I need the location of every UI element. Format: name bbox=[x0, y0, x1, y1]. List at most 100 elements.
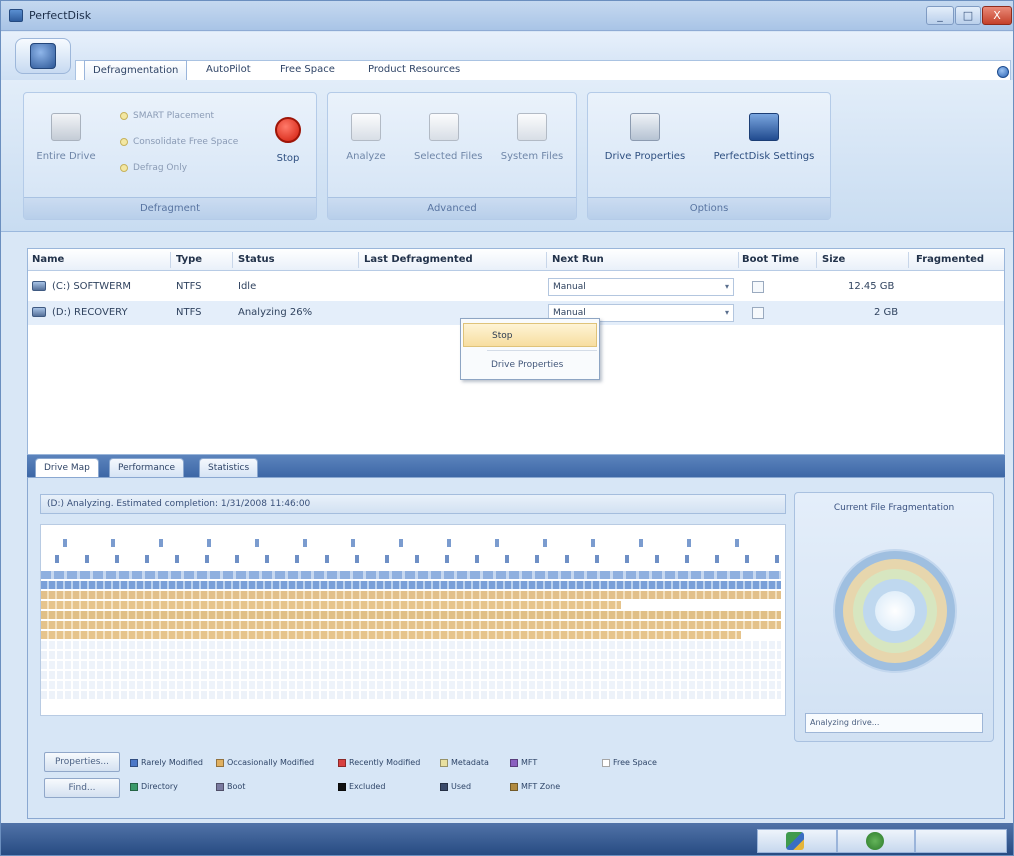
context-menu-drive-properties[interactable]: Drive Properties bbox=[463, 353, 597, 377]
selected-files-button[interactable]: Selected Files bbox=[414, 113, 482, 162]
tab-autopilot[interactable]: AutoPilot bbox=[198, 60, 259, 80]
map-band bbox=[41, 631, 741, 639]
stop-button[interactable]: Stop bbox=[270, 117, 306, 164]
column-divider bbox=[232, 252, 233, 268]
option-defrag-only[interactable]: Defrag Only bbox=[120, 163, 187, 173]
legend-label: Rarely Modified bbox=[141, 758, 203, 767]
application-menu-button[interactable] bbox=[15, 38, 71, 74]
legend-label: Boot bbox=[227, 782, 246, 791]
properties-button[interactable]: Properties... bbox=[44, 752, 120, 772]
tab-statistics[interactable]: Statistics bbox=[199, 458, 259, 477]
group-label-defragment: Defragment bbox=[24, 197, 316, 219]
system-files-label: System Files bbox=[500, 151, 564, 162]
stop-label: Stop bbox=[276, 153, 300, 164]
fragmentation-title: Current File Fragmentation bbox=[833, 503, 955, 513]
settings-icon bbox=[749, 113, 779, 141]
drive-size: 12.45 GB bbox=[848, 281, 895, 292]
legend-swatch bbox=[130, 758, 138, 767]
option-smart-placement[interactable]: SMART Placement bbox=[120, 111, 214, 121]
lower-tab-bar: Drive Map Performance Statistics bbox=[27, 455, 1005, 477]
app-window: PerfectDisk _ □ X Defragmentation AutoPi… bbox=[0, 0, 1014, 856]
legend-swatch bbox=[216, 782, 224, 791]
legend-metadata: Metadata bbox=[440, 758, 489, 767]
boot-time-checkbox[interactable] bbox=[752, 307, 764, 319]
legend-label: Used bbox=[451, 782, 472, 791]
ribbon-tab-row: Defragmentation AutoPilot Free Space Pro… bbox=[75, 60, 1011, 80]
find-button[interactable]: Find... bbox=[44, 778, 120, 798]
tab-defragmentation[interactable]: Defragmentation bbox=[84, 60, 188, 80]
drive-type: NTFS bbox=[176, 307, 202, 318]
update-button[interactable] bbox=[757, 829, 837, 853]
next-run-select[interactable]: Manual ▾ bbox=[548, 278, 734, 296]
tab-free-space[interactable]: Free Space bbox=[272, 60, 343, 80]
drive-name: (D:) RECOVERY bbox=[52, 307, 128, 318]
legend-label: MFT Zone bbox=[521, 782, 561, 791]
drive-properties-icon bbox=[630, 113, 660, 141]
recycle-button[interactable] bbox=[837, 829, 915, 853]
drive-properties-button[interactable]: Drive Properties bbox=[600, 113, 690, 162]
close-button[interactable]: X bbox=[982, 6, 1012, 25]
analyze-label: Analyze bbox=[346, 151, 386, 162]
map-band bbox=[41, 621, 781, 629]
map-band bbox=[41, 671, 781, 679]
option-consolidate-free-space[interactable]: Consolidate Free Space bbox=[120, 137, 238, 147]
map-band bbox=[41, 539, 781, 547]
map-band bbox=[41, 611, 781, 619]
app-icon bbox=[9, 9, 23, 22]
legend-swatch bbox=[338, 782, 346, 791]
legend-rarely-modified: Rarely Modified bbox=[130, 758, 203, 767]
recycle-icon bbox=[866, 832, 884, 850]
map-band bbox=[41, 661, 781, 669]
legend-label: Excluded bbox=[349, 782, 386, 791]
fragmentation-ring-center bbox=[875, 591, 915, 631]
perfectdisk-settings-button[interactable]: PerfectDisk Settings bbox=[706, 113, 822, 162]
system-files-button[interactable]: System Files bbox=[500, 113, 564, 162]
legend-swatch bbox=[338, 758, 346, 767]
map-band bbox=[41, 601, 621, 609]
drive-map-panel: (D:) Analyzing. Estimated completion: 1/… bbox=[27, 477, 1005, 819]
drive-properties-label: Drive Properties bbox=[604, 151, 686, 162]
help-icon[interactable] bbox=[997, 66, 1009, 78]
tab-product-resources[interactable]: Product Resources bbox=[360, 60, 468, 80]
context-menu: Stop Drive Properties bbox=[460, 318, 600, 380]
column-divider bbox=[816, 252, 817, 268]
column-divider bbox=[170, 252, 171, 268]
group-label-advanced: Advanced bbox=[328, 197, 576, 219]
table-row[interactable]: (C:) SOFTWERM NTFS Idle Manual ▾ 12.45 G… bbox=[28, 275, 1004, 299]
context-menu-stop[interactable]: Stop bbox=[463, 323, 597, 347]
column-last-defragmented[interactable]: Last Defragmented bbox=[364, 254, 473, 265]
legend-directory: Directory bbox=[130, 782, 178, 791]
drive-status: Idle bbox=[238, 281, 257, 292]
status-bar bbox=[1, 823, 1013, 855]
maximize-button[interactable]: □ bbox=[955, 6, 981, 25]
group-options: Drive Properties PerfectDisk Settings Op… bbox=[587, 92, 831, 220]
legend-swatch bbox=[130, 782, 138, 791]
legend-label: Occasionally Modified bbox=[227, 758, 315, 767]
tab-performance[interactable]: Performance bbox=[109, 458, 185, 477]
system-files-icon bbox=[517, 113, 547, 141]
tab-drive-map[interactable]: Drive Map bbox=[35, 458, 99, 477]
entire-drive-button[interactable]: Entire Drive bbox=[36, 113, 96, 162]
minimize-button[interactable]: _ bbox=[926, 6, 954, 25]
stop-icon bbox=[275, 117, 301, 143]
column-boot-time[interactable]: Boot Time bbox=[742, 254, 799, 265]
drive-block-map[interactable] bbox=[40, 524, 786, 716]
group-advanced: Analyze Selected Files System Files Adva… bbox=[327, 92, 577, 220]
analyze-button[interactable]: Analyze bbox=[336, 113, 396, 162]
column-name[interactable]: Name bbox=[32, 254, 64, 265]
drive-status: Analyzing 26% bbox=[238, 307, 313, 318]
drive-list-header: Name Type Status Last Defragmented Next … bbox=[28, 249, 1004, 271]
map-band bbox=[41, 691, 781, 699]
column-size[interactable]: Size bbox=[822, 254, 845, 265]
boot-time-checkbox[interactable] bbox=[752, 281, 764, 293]
entire-drive-label: Entire Drive bbox=[36, 151, 96, 162]
column-divider bbox=[738, 252, 739, 268]
ribbon-tab-bar: Defragmentation AutoPilot Free Space Pro… bbox=[1, 32, 1013, 80]
legend-label: MFT bbox=[521, 758, 538, 767]
legend-used: Used bbox=[440, 782, 471, 791]
column-next-run[interactable]: Next Run bbox=[552, 254, 604, 265]
column-fragmented[interactable]: Fragmented bbox=[916, 254, 984, 265]
group-defragment: Entire Drive SMART Placement Consolidate… bbox=[23, 92, 317, 220]
column-status[interactable]: Status bbox=[238, 254, 275, 265]
column-type[interactable]: Type bbox=[176, 254, 202, 265]
